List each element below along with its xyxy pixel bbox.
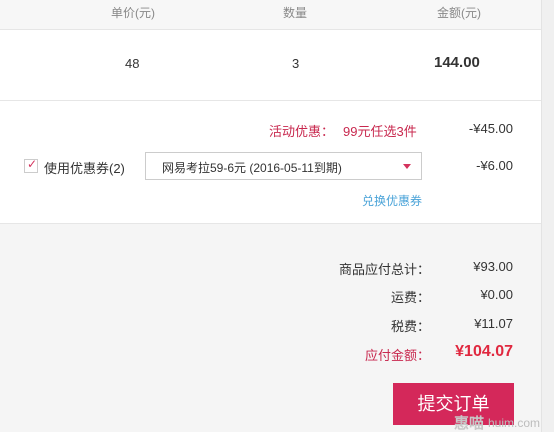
- scrollbar[interactable]: [541, 0, 554, 432]
- promo-detail: 99元任选3件: [343, 124, 417, 139]
- dropdown-arrow-icon: [403, 164, 411, 169]
- header-quantity: 数量: [283, 6, 308, 20]
- coupon-select-value: 网易考拉59-6元 (2016-05-11到期): [162, 161, 342, 175]
- payable-value: ¥104.07: [455, 343, 513, 360]
- watermark-logo: 惠喵: [454, 415, 485, 432]
- table-header: 单价(元) 数量 金额(元): [0, 0, 541, 30]
- header-unit-price: 单价(元): [111, 6, 155, 20]
- coupon-amount: -¥6.00: [476, 158, 513, 173]
- shipping-value: ¥0.00: [480, 287, 513, 302]
- header-amount: 金额(元): [437, 6, 481, 20]
- promo-amount: -¥45.00: [468, 121, 513, 136]
- coupon-checkbox[interactable]: ✓: [24, 157, 38, 173]
- item-amount: 144.00: [434, 54, 480, 71]
- order-summary: 商品应付总计： ¥93.00 运费： ¥0.00 税费： ¥11.07 应付金额…: [0, 224, 541, 432]
- check-icon: ✓: [27, 157, 38, 171]
- discount-section: 活动优惠： 99元任选3件 -¥45.00 ✓ 使用优惠券(2) 网易考拉59-…: [0, 101, 541, 224]
- payable-label: 应付金额：: [364, 348, 430, 363]
- item-unit-price: 48: [125, 56, 140, 71]
- redeem-coupon-link[interactable]: 兑换优惠券: [362, 192, 422, 209]
- table-row: 48 3 144.00: [0, 30, 541, 101]
- item-quantity: 3: [292, 56, 300, 71]
- coupon-label: 使用优惠券(2): [44, 161, 125, 176]
- shipping-label: 运费：: [390, 290, 430, 305]
- watermark-url: huim.com: [488, 416, 541, 430]
- coupon-select[interactable]: 网易考拉59-6元 (2016-05-11到期): [145, 152, 422, 180]
- tax-value: ¥11.07: [474, 316, 513, 331]
- goods-total-value: ¥93.00: [473, 259, 513, 274]
- promo-label: 活动优惠：: [269, 124, 335, 139]
- goods-total-label: 商品应付总计：: [338, 262, 430, 277]
- tax-label: 税费：: [390, 319, 430, 334]
